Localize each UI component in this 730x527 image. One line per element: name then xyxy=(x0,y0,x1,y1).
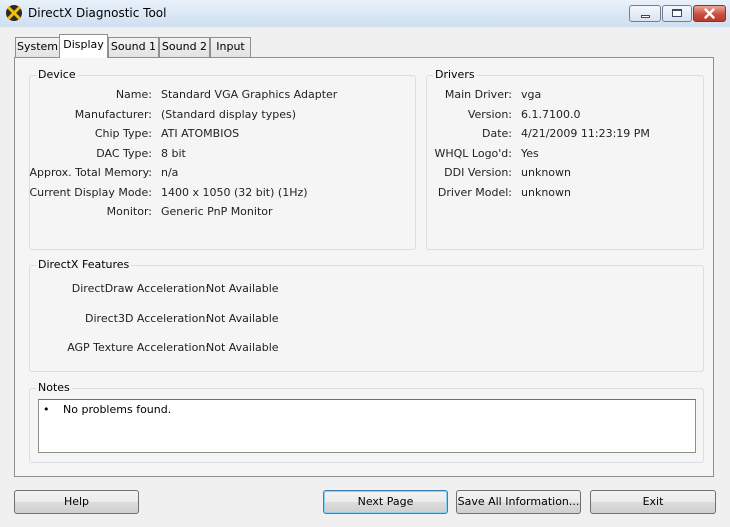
display-mode-label: Current Display Mode: xyxy=(29,186,152,199)
features-group-title: DirectX Features xyxy=(36,258,132,271)
title-bar[interactable]: DirectX Diagnostic Tool xyxy=(0,0,730,27)
main-driver-label: Main Driver: xyxy=(444,88,512,101)
ddi-version-label: DDI Version: xyxy=(444,166,512,179)
notes-group: Notes • No problems found. xyxy=(29,381,704,463)
tab-input[interactable]: Input xyxy=(210,37,251,57)
drivers-group: Drivers Main Driver: vga Version: 6.1.71… xyxy=(426,68,704,250)
drivers-group-title: Drivers xyxy=(433,68,477,81)
device-group: Device Name: Standard VGA Graphics Adapt… xyxy=(29,68,416,250)
save-all-information-button[interactable]: Save All Information... xyxy=(456,490,581,514)
tab-sound-2[interactable]: Sound 2 xyxy=(159,37,210,57)
window-title: DirectX Diagnostic Tool xyxy=(28,6,167,20)
maximize-button[interactable] xyxy=(662,5,692,22)
next-page-button[interactable]: Next Page xyxy=(323,490,448,514)
driver-model-label: Driver Model: xyxy=(437,186,512,199)
directdraw-label: DirectDraw Acceleration: xyxy=(71,282,209,295)
note-bullet: • xyxy=(43,403,50,416)
tab-display[interactable]: Display xyxy=(59,34,108,58)
device-group-title: Device xyxy=(36,68,78,81)
manufacturer-label: Manufacturer: xyxy=(74,108,152,121)
directdraw-value: Not Available xyxy=(206,282,279,295)
minimize-button[interactable] xyxy=(629,5,661,22)
notes-group-title: Notes xyxy=(36,381,72,394)
agp-texture-label: AGP Texture Acceleration: xyxy=(67,341,209,354)
directx-features-group: DirectX Features DirectDraw Acceleration… xyxy=(29,258,704,372)
display-mode-value: 1400 x 1050 (32 bit) (1Hz) xyxy=(161,186,308,199)
dac-type-label: DAC Type: xyxy=(96,147,152,160)
chip-type-value: ATI ATOMBIOS xyxy=(161,127,240,140)
close-icon xyxy=(704,8,715,19)
total-memory-value: n/a xyxy=(161,166,179,179)
device-name-value: Standard VGA Graphics Adapter xyxy=(161,88,338,101)
chip-type-label: Chip Type: xyxy=(94,127,152,140)
note-item: No problems found. xyxy=(63,403,172,416)
maximize-icon xyxy=(672,9,682,17)
date-value: 4/21/2009 11:23:19 PM xyxy=(521,127,650,140)
notes-textbox[interactable]: • No problems found. xyxy=(38,399,696,453)
version-value: 6.1.7100.0 xyxy=(521,108,581,121)
tab-sound-1[interactable]: Sound 1 xyxy=(108,37,159,57)
agp-texture-value: Not Available xyxy=(206,341,279,354)
directx-icon xyxy=(5,4,23,22)
whql-value: Yes xyxy=(521,147,539,160)
ddi-version-value: unknown xyxy=(521,166,571,179)
display-tab-panel: Device Name: Standard VGA Graphics Adapt… xyxy=(14,57,714,477)
monitor-value: Generic PnP Monitor xyxy=(161,205,273,218)
exit-button[interactable]: Exit xyxy=(590,490,716,514)
monitor-label: Monitor: xyxy=(106,205,152,218)
date-label: Date: xyxy=(482,127,512,140)
driver-model-value: unknown xyxy=(521,186,571,199)
direct3d-label: Direct3D Acceleration: xyxy=(85,312,209,325)
whql-label: WHQL Logo'd: xyxy=(434,147,512,160)
total-memory-label: Approx. Total Memory: xyxy=(29,166,153,179)
direct3d-value: Not Available xyxy=(206,312,279,325)
dac-type-value: 8 bit xyxy=(161,147,186,160)
manufacturer-value: (Standard display types) xyxy=(161,108,296,121)
close-button[interactable] xyxy=(693,5,726,22)
dxdiag-window: DirectX Diagnostic Tool System Display S… xyxy=(0,0,730,527)
version-label: Version: xyxy=(467,108,512,121)
help-button[interactable]: Help xyxy=(14,490,139,514)
minimize-icon xyxy=(641,15,650,18)
tab-system[interactable]: System xyxy=(15,37,60,57)
device-name-label: Name: xyxy=(115,88,152,101)
main-driver-value: vga xyxy=(521,88,542,101)
